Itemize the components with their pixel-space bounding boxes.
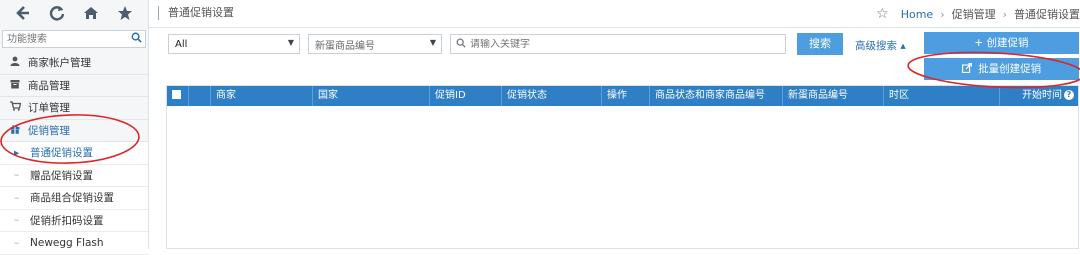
select-all-checkbox[interactable]	[172, 89, 181, 99]
column-header-promo-status[interactable]: 促销状态	[502, 86, 602, 106]
external-edit-icon	[961, 63, 975, 75]
search-button[interactable]: 搜索	[797, 33, 843, 55]
toolbar-icons	[0, 0, 149, 28]
refresh-icon[interactable]	[46, 5, 68, 24]
breadcrumb: ☆ Home › 促销管理 › 普通促销设置	[876, 6, 1080, 22]
sidebar-item-orders[interactable]: 订单管理	[0, 97, 148, 120]
table-header: 商家 国家 促销ID 促销状态 操作 商品状态和商家商品编号 新蛋商品编号 时区…	[167, 86, 1078, 106]
column-header-promo-id[interactable]: 促销ID	[430, 86, 502, 106]
sidebar-item-label: 商家帐户管理	[28, 57, 91, 70]
promotions-table: 商家 国家 促销ID 促销状态 操作 商品状态和商家商品编号 新蛋商品编号 时区…	[166, 85, 1079, 249]
sidebar-search	[2, 30, 146, 48]
keyword-field	[450, 34, 786, 54]
star-icon[interactable]	[114, 5, 136, 24]
sidebar-subitem-label: 普通促销设置	[30, 147, 93, 160]
search-icon	[456, 38, 466, 51]
dash-icon: –	[14, 191, 20, 204]
caret-right-icon: ▸	[14, 146, 20, 159]
breadcrumb-separator: ›	[940, 7, 945, 21]
scope-select-value: All	[175, 38, 188, 50]
gift-icon	[8, 124, 22, 137]
sidebar-subitem-label: 促销折扣码设置	[30, 214, 104, 227]
star-outline-icon[interactable]: ☆	[876, 6, 889, 22]
column-header-product-status[interactable]: 商品状态和商家商品编号	[650, 86, 783, 106]
sidebar-subitem-label: Newegg Flash	[30, 236, 104, 249]
caret-down-icon: ▼	[429, 38, 436, 47]
sidebar-search-input[interactable]	[3, 31, 145, 47]
sidebar-item-promotions[interactable]: 促销管理	[0, 120, 148, 142]
sidebar-subitem-gift-promo[interactable]: – 赠品促销设置	[0, 164, 148, 187]
breadcrumb-promo-management[interactable]: 促销管理	[952, 6, 996, 22]
breadcrumb-separator: ›	[1002, 7, 1007, 21]
caret-down-icon: ▼	[287, 38, 294, 47]
create-promotion-button[interactable]: + 创建促销	[924, 32, 1079, 54]
cart-icon	[8, 101, 22, 114]
column-header-start-time-label: 开始时间	[1022, 90, 1062, 101]
breadcrumb-current: 普通促销设置	[1014, 8, 1080, 21]
user-icon	[8, 56, 22, 69]
dash-icon: –	[14, 214, 20, 227]
column-header-country[interactable]: 国家	[313, 86, 430, 106]
column-header-newegg-item[interactable]: 新蛋商品编号	[783, 86, 884, 106]
dash-icon: –	[14, 236, 20, 249]
dash-icon: –	[14, 169, 20, 182]
sidebar-item-label: 订单管理	[28, 102, 70, 115]
column-header-start-time[interactable]: 开始时间?	[1000, 86, 1078, 106]
help-icon[interactable]: ?	[1064, 90, 1074, 100]
column-header-timezone[interactable]: 时区	[884, 86, 1000, 106]
batch-create-label: 批量创建促销	[978, 63, 1042, 75]
sidebar-item-products[interactable]: 商品管理	[0, 75, 148, 97]
field-select[interactable]: 新蛋商品编号 ▼	[308, 34, 442, 54]
back-arrow-icon[interactable]	[12, 5, 34, 24]
sidebar-subitem-newegg-flash[interactable]: – Newegg Flash	[0, 232, 148, 255]
sidebar-subitem-discount-code[interactable]: – 促销折扣码设置	[0, 209, 148, 232]
sidebar-subitem-label: 商品组合促销设置	[30, 192, 114, 205]
keyword-input[interactable]	[470, 38, 770, 50]
scope-select[interactable]: All ▼	[168, 34, 300, 54]
sidebar-subitem-bundle-promo[interactable]: – 商品组合促销设置	[0, 187, 148, 210]
search-icon[interactable]	[131, 32, 142, 46]
select-all-checkbox-cell[interactable]	[167, 86, 189, 106]
column-header-merchant[interactable]: 商家	[211, 86, 313, 106]
home-icon[interactable]	[80, 5, 102, 24]
sidebar-item-merchant-account[interactable]: 商家帐户管理	[0, 52, 148, 75]
top-bar: 普通促销设置 ☆ Home › 促销管理 › 普通促销设置	[0, 0, 1080, 28]
breadcrumb-home[interactable]: Home	[901, 8, 933, 21]
sidebar: 商家帐户管理 商品管理 订单管理 促销管理 ▸ 普通促销设置 – 赠品促销设置 …	[0, 28, 149, 255]
column-header-expand	[189, 86, 211, 106]
box-icon	[8, 79, 22, 92]
sidebar-item-label: 促销管理	[28, 124, 70, 137]
batch-create-promotion-button[interactable]: 批量创建促销	[924, 58, 1079, 80]
advanced-search-link[interactable]: 高级搜索 ▴	[855, 38, 906, 53]
sidebar-subitem-regular-promo[interactable]: ▸ 普通促销设置	[0, 142, 148, 165]
column-header-actions: 操作	[602, 86, 650, 106]
page-title: 普通促销设置	[158, 6, 234, 20]
sidebar-subitem-label: 赠品促销设置	[30, 169, 93, 182]
field-select-value: 新蛋商品编号	[315, 40, 375, 52]
sidebar-item-label: 商品管理	[28, 79, 70, 92]
